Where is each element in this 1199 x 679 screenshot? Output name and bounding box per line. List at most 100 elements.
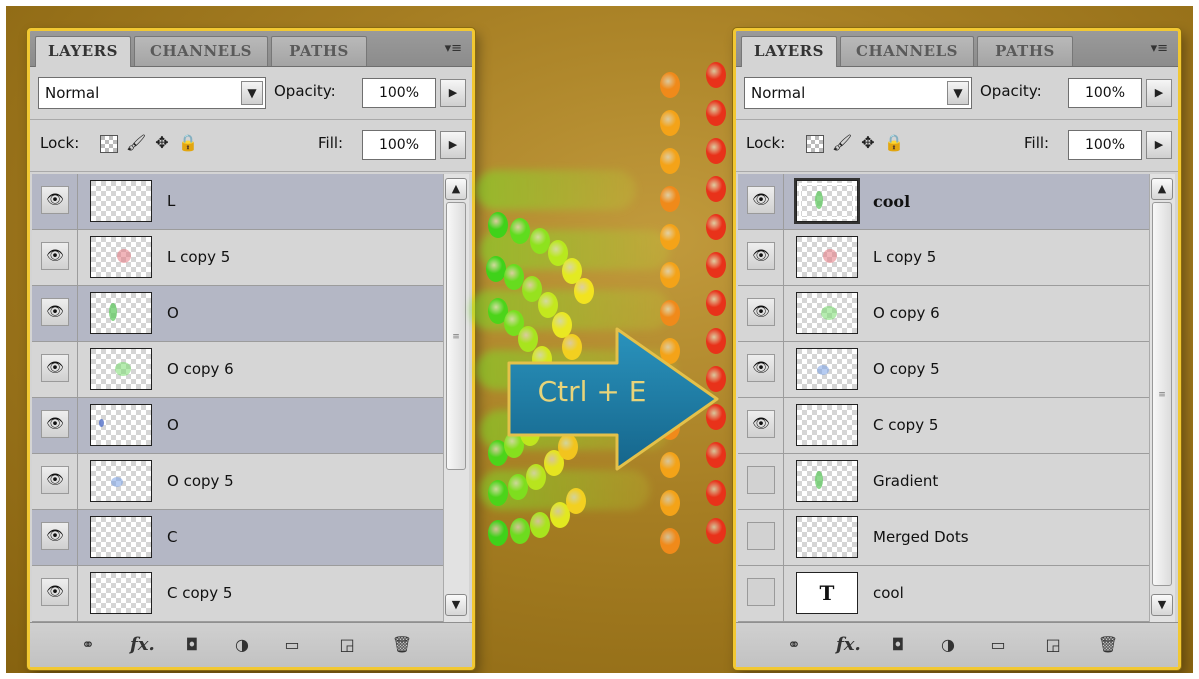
eye-icon[interactable]: 👁 bbox=[747, 354, 775, 382]
fill-field[interactable]: 100% bbox=[362, 130, 436, 160]
tab-layers[interactable]: LAYERS bbox=[741, 36, 837, 67]
new-group-icon[interactable]: ▭ bbox=[986, 633, 1010, 657]
lock-all-padlock-icon[interactable]: 🔒 bbox=[884, 133, 904, 153]
visibility-toggle[interactable]: 👁 bbox=[32, 566, 78, 621]
scroll-down-icon[interactable]: ▼ bbox=[445, 594, 467, 616]
scrollbar-thumb[interactable]: ≡ bbox=[1152, 202, 1172, 586]
eye-icon[interactable]: 👁 bbox=[747, 410, 775, 438]
opacity-slider-button[interactable]: ▶ bbox=[1146, 79, 1172, 107]
layer-row[interactable]: 👁 O copy 6 bbox=[738, 286, 1149, 342]
fill-slider-button[interactable]: ▶ bbox=[1146, 131, 1172, 159]
tab-paths[interactable]: PATHS bbox=[271, 36, 367, 66]
delete-layer-icon[interactable]: 🗑 bbox=[1096, 633, 1120, 657]
eye-icon[interactable]: 👁 bbox=[41, 522, 69, 550]
eye-icon[interactable]: 👁 bbox=[747, 242, 775, 270]
tab-paths[interactable]: PATHS bbox=[977, 36, 1073, 66]
panel-menu-icon[interactable]: ▾≡ bbox=[445, 41, 462, 56]
chevron-down-icon[interactable]: ▼ bbox=[241, 81, 263, 105]
lock-transparency-icon[interactable] bbox=[100, 135, 118, 153]
layer-row[interactable]: 👁 Tcool bbox=[738, 566, 1149, 622]
scroll-down-icon[interactable]: ▼ bbox=[1151, 594, 1173, 616]
opacity-slider-button[interactable]: ▶ bbox=[440, 79, 466, 107]
eye-icon[interactable]: 👁 bbox=[41, 354, 69, 382]
layer-row[interactable]: 👁 L copy 5 bbox=[32, 230, 443, 286]
lock-all-padlock-icon[interactable]: 🔒 bbox=[178, 133, 198, 153]
panel-menu-icon[interactable]: ▾≡ bbox=[1151, 41, 1168, 56]
visibility-toggle[interactable]: 👁 bbox=[738, 510, 784, 565]
eye-icon[interactable]: 👁 bbox=[41, 242, 69, 270]
layer-row[interactable]: 👁 Merged Dots bbox=[738, 510, 1149, 566]
visibility-toggle[interactable]: 👁 bbox=[32, 174, 78, 229]
fill-slider-button[interactable]: ▶ bbox=[440, 131, 466, 159]
eye-icon[interactable]: 👁 bbox=[41, 578, 69, 606]
fx-icon[interactable]: fx. bbox=[130, 633, 155, 657]
blend-mode-select[interactable]: Normal ▼ bbox=[744, 77, 972, 109]
glow-dot bbox=[504, 264, 524, 290]
link-layers-icon[interactable]: ⚭ bbox=[76, 633, 100, 657]
opacity-field[interactable]: 100% bbox=[1068, 78, 1142, 108]
lock-pixels-brush-icon[interactable]: 🖌 bbox=[832, 133, 852, 153]
new-layer-icon[interactable]: ◲ bbox=[1041, 633, 1065, 657]
eye-icon[interactable]: 👁 bbox=[41, 298, 69, 326]
scroll-up-icon[interactable]: ▲ bbox=[445, 178, 467, 200]
layer-row[interactable]: 👁 O bbox=[32, 398, 443, 454]
scrollbar-thumb[interactable]: ≡ bbox=[446, 202, 466, 470]
visibility-toggle[interactable]: 👁 bbox=[738, 174, 784, 229]
new-layer-icon[interactable]: ◲ bbox=[335, 633, 359, 657]
visibility-toggle[interactable]: 👁 bbox=[738, 286, 784, 341]
eye-icon[interactable]: 👁 bbox=[41, 466, 69, 494]
tab-channels[interactable]: CHANNELS bbox=[840, 36, 974, 66]
add-mask-icon[interactable]: ◘ bbox=[886, 633, 910, 657]
layer-row[interactable]: 👁 C copy 5 bbox=[32, 566, 443, 622]
adjustment-layer-icon[interactable]: ◑ bbox=[230, 633, 254, 657]
visibility-toggle[interactable]: 👁 bbox=[738, 566, 784, 621]
add-mask-icon[interactable]: ◘ bbox=[180, 633, 204, 657]
eye-icon[interactable]: 👁 bbox=[747, 298, 775, 326]
layer-row[interactable]: 👁 O copy 5 bbox=[32, 454, 443, 510]
layer-row[interactable]: 👁 O copy 6 bbox=[32, 342, 443, 398]
visibility-toggle[interactable]: 👁 bbox=[32, 454, 78, 509]
eye-icon[interactable]: 👁 bbox=[747, 578, 775, 606]
visibility-toggle[interactable]: 👁 bbox=[738, 342, 784, 397]
visibility-toggle[interactable]: 👁 bbox=[32, 286, 78, 341]
visibility-toggle[interactable]: 👁 bbox=[32, 342, 78, 397]
layer-row[interactable]: 👁 C copy 5 bbox=[738, 398, 1149, 454]
new-group-icon[interactable]: ▭ bbox=[280, 633, 304, 657]
layer-row[interactable]: 👁 L bbox=[32, 174, 443, 230]
layer-list-scrollbar[interactable]: ▲ ≡ ▼ bbox=[1149, 174, 1175, 622]
layer-row[interactable]: 👁 cool bbox=[738, 174, 1149, 230]
opacity-field[interactable]: 100% bbox=[362, 78, 436, 108]
fx-icon[interactable]: fx. bbox=[836, 633, 861, 657]
layer-name: O copy 5 bbox=[873, 360, 940, 378]
eye-icon[interactable]: 👁 bbox=[747, 466, 775, 494]
visibility-toggle[interactable]: 👁 bbox=[738, 398, 784, 453]
layer-list-scrollbar[interactable]: ▲ ≡ ▼ bbox=[443, 174, 469, 622]
layer-row[interactable]: 👁 C bbox=[32, 510, 443, 566]
lock-transparency-icon[interactable] bbox=[806, 135, 824, 153]
visibility-toggle[interactable]: 👁 bbox=[32, 398, 78, 453]
layer-row[interactable]: 👁 L copy 5 bbox=[738, 230, 1149, 286]
lock-position-move-icon[interactable]: ✥ bbox=[152, 133, 172, 153]
eye-icon[interactable]: 👁 bbox=[41, 410, 69, 438]
visibility-toggle[interactable]: 👁 bbox=[738, 454, 784, 509]
eye-icon[interactable]: 👁 bbox=[747, 186, 775, 214]
layer-row[interactable]: 👁 O copy 5 bbox=[738, 342, 1149, 398]
chevron-down-icon[interactable]: ▼ bbox=[947, 81, 969, 105]
layer-row[interactable]: 👁 O bbox=[32, 286, 443, 342]
eye-icon[interactable]: 👁 bbox=[41, 186, 69, 214]
link-layers-icon[interactable]: ⚭ bbox=[782, 633, 806, 657]
blend-mode-select[interactable]: Normal ▼ bbox=[38, 77, 266, 109]
visibility-toggle[interactable]: 👁 bbox=[738, 230, 784, 285]
visibility-toggle[interactable]: 👁 bbox=[32, 510, 78, 565]
fill-field[interactable]: 100% bbox=[1068, 130, 1142, 160]
scroll-up-icon[interactable]: ▲ bbox=[1151, 178, 1173, 200]
visibility-toggle[interactable]: 👁 bbox=[32, 230, 78, 285]
delete-layer-icon[interactable]: 🗑 bbox=[390, 633, 414, 657]
tab-layers[interactable]: LAYERS bbox=[35, 36, 131, 67]
lock-pixels-brush-icon[interactable]: 🖌 bbox=[126, 133, 146, 153]
layer-row[interactable]: 👁 Gradient bbox=[738, 454, 1149, 510]
adjustment-layer-icon[interactable]: ◑ bbox=[936, 633, 960, 657]
eye-icon[interactable]: 👁 bbox=[747, 522, 775, 550]
lock-position-move-icon[interactable]: ✥ bbox=[858, 133, 878, 153]
tab-channels[interactable]: CHANNELS bbox=[134, 36, 268, 66]
